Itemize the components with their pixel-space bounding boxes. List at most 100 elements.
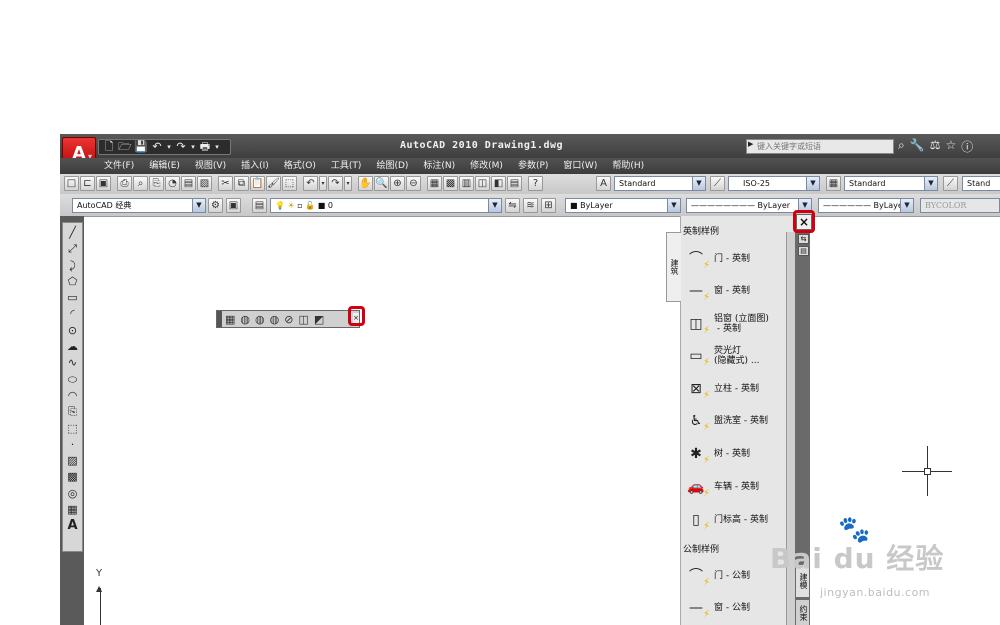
layer-state-icon[interactable]: ⊞ bbox=[541, 198, 556, 213]
palette-item-door-elevation[interactable]: ▯ ⚡ 门标高 - 英制 bbox=[684, 505, 784, 535]
zoom-previous-icon[interactable]: ⊖ bbox=[406, 176, 421, 191]
box-icon[interactable]: ◫ bbox=[298, 312, 308, 327]
menu-help[interactable]: 帮助(H) bbox=[612, 159, 644, 173]
region-icon[interactable]: ◎ bbox=[64, 486, 82, 502]
search-input[interactable]: 键入关键字或短语 bbox=[746, 139, 894, 154]
new-icon[interactable]: 🗋 bbox=[102, 140, 116, 154]
line-icon[interactable]: ╱ bbox=[64, 225, 82, 241]
menu-view[interactable]: 视图(V) bbox=[195, 159, 226, 173]
chevron-down-icon[interactable]: ▼ bbox=[667, 199, 680, 212]
exchange-icon[interactable]: ⚖ bbox=[930, 138, 941, 155]
chevron-down-icon[interactable]: ▼ bbox=[692, 177, 705, 190]
tab-architecture[interactable]: 建筑 bbox=[666, 232, 681, 302]
cut-icon[interactable]: ✂ bbox=[218, 176, 233, 191]
spline-icon[interactable]: ∿ bbox=[64, 355, 82, 371]
batch-plot-icon[interactable]: ▨ bbox=[197, 176, 212, 191]
palette-item-window-metric[interactable]: — ⚡ 窗 - 公制 bbox=[684, 593, 784, 623]
tool-palettes-icon[interactable]: ▥ bbox=[459, 176, 474, 191]
point-icon[interactable]: · bbox=[64, 437, 82, 453]
sphere-icon[interactable]: ◍ bbox=[240, 312, 250, 327]
chevron-down-icon[interactable]: ▼ bbox=[806, 177, 819, 190]
chevron-down-icon[interactable]: ▼ bbox=[192, 199, 205, 212]
ellipse-arc-icon[interactable]: ◠ bbox=[64, 388, 82, 404]
plot-icon[interactable]: 🖶 bbox=[198, 140, 212, 154]
publish-icon[interactable]: ⎘ bbox=[149, 176, 164, 191]
color-select[interactable]: ■ ByLayer ▼ bbox=[565, 198, 681, 213]
redo-icon[interactable]: ↷ bbox=[328, 176, 343, 191]
revision-cloud-icon[interactable]: ☁ bbox=[64, 339, 82, 355]
undo-dropdown-icon[interactable]: ▾ bbox=[319, 176, 327, 191]
workspace-save-icon[interactable]: ▣ bbox=[226, 198, 241, 213]
autohide-icon[interactable]: ⇆ bbox=[798, 234, 809, 244]
tab-constraints[interactable]: 约束 bbox=[796, 600, 809, 625]
sheet-set-icon[interactable]: ▤ bbox=[181, 176, 196, 191]
text-style-select[interactable]: Standard ▼ bbox=[614, 176, 706, 191]
help-icon[interactable]: ? bbox=[528, 176, 543, 191]
menu-window[interactable]: 窗口(W) bbox=[563, 159, 597, 173]
zoom-realtime-icon[interactable]: 🔍 bbox=[374, 176, 389, 191]
design-center-icon[interactable]: ▩ bbox=[443, 176, 458, 191]
save-icon[interactable]: ▣ bbox=[96, 176, 111, 191]
properties-menu-icon[interactable]: ▤ bbox=[798, 246, 809, 256]
layer-select[interactable]: 💡 ☀ ▫ 🔓 ■ 0 ▼ bbox=[270, 198, 502, 213]
palette-item-toilet[interactable]: ♿ ⚡ 盥洗室 - 英制 bbox=[684, 406, 784, 436]
palette-item-fluorescent-light[interactable]: ▭ ⚡ 荧光灯 (隐藏式) ... bbox=[684, 341, 784, 371]
zoom-window-icon[interactable]: ⊕ bbox=[390, 176, 405, 191]
sphere-add-icon[interactable]: ◍ bbox=[255, 312, 265, 327]
sphere-slice-icon[interactable]: ⊘ bbox=[284, 312, 293, 327]
sphere-remove-icon[interactable]: ◍ bbox=[270, 312, 280, 327]
3d-dwf-icon[interactable]: ◔ bbox=[165, 176, 180, 191]
paste-icon[interactable]: 📋 bbox=[250, 176, 265, 191]
favorites-icon[interactable]: ☆ bbox=[945, 138, 956, 155]
polyline-icon[interactable]: ⤸ bbox=[64, 258, 82, 274]
box-rotate-icon[interactable]: ◩ bbox=[314, 312, 324, 327]
binoculars-icon[interactable]: ⌕ bbox=[898, 138, 905, 155]
quickcalc-icon[interactable]: ▤ bbox=[507, 176, 522, 191]
chevron-down-icon[interactable]: ▼ bbox=[488, 199, 501, 212]
copy-icon[interactable]: ⧉ bbox=[234, 176, 249, 191]
lineweight-select[interactable]: —————— ByLayer ▼ bbox=[818, 198, 914, 213]
insert-block-icon[interactable]: ⎘ bbox=[64, 404, 82, 420]
redo-icon[interactable]: ↷ bbox=[174, 140, 188, 154]
menu-edit[interactable]: 编辑(E) bbox=[149, 159, 180, 173]
workspace-select[interactable]: AutoCAD 经典 ▼ bbox=[72, 198, 206, 213]
palette-item-vehicle[interactable]: 🚗 ⚡ 车辆 - 英制 bbox=[684, 472, 784, 502]
polygon-icon[interactable]: ⬠ bbox=[64, 274, 82, 290]
redo-dropdown-icon[interactable]: ▾ bbox=[190, 140, 196, 154]
new-icon[interactable]: □ bbox=[64, 176, 79, 191]
palette-item-column[interactable]: ⊠ ⚡ 立柱 - 英制 bbox=[684, 374, 784, 404]
text-style-icon[interactable]: A bbox=[596, 176, 611, 191]
pan-icon[interactable]: ✋ bbox=[358, 176, 373, 191]
undo-dropdown-icon[interactable]: ▾ bbox=[166, 140, 172, 154]
multileader-style-icon[interactable]: ⟋ bbox=[943, 176, 958, 191]
palette-item-door-metric[interactable]: ⌒ ⚡ 门 - 公制 bbox=[684, 561, 784, 591]
plot-preview-icon[interactable]: ⌕ bbox=[133, 176, 148, 191]
table-icon[interactable]: ▦ bbox=[64, 502, 82, 518]
open-icon[interactable]: 🗁 bbox=[118, 140, 132, 154]
chevron-down-icon[interactable]: ▼ bbox=[924, 177, 937, 190]
multiline-text-icon[interactable]: A bbox=[64, 518, 82, 534]
properties-icon[interactable]: ▦ bbox=[427, 176, 442, 191]
layer-previous-icon[interactable]: ≋ bbox=[523, 198, 538, 213]
menu-format[interactable]: 格式(O) bbox=[284, 159, 316, 173]
workspace-settings-icon[interactable]: ⚙ bbox=[208, 198, 223, 213]
menu-draw[interactable]: 绘图(D) bbox=[376, 159, 408, 173]
ellipse-icon[interactable]: ⬭ bbox=[64, 372, 82, 388]
hatch-icon[interactable]: ▨ bbox=[64, 453, 82, 469]
redo-dropdown-icon[interactable]: ▾ bbox=[344, 176, 352, 191]
undo-icon[interactable]: ↶ bbox=[150, 140, 164, 154]
construction-line-icon[interactable]: ⤢ bbox=[64, 241, 82, 257]
qat-customize-icon[interactable]: ▾ bbox=[214, 140, 220, 154]
palette-item-window-imperial[interactable]: — ⚡ 窗 - 英制 bbox=[684, 276, 784, 306]
menu-modify[interactable]: 修改(M) bbox=[470, 159, 503, 173]
menu-dimension[interactable]: 标注(N) bbox=[423, 159, 455, 173]
dim-style-icon[interactable]: ⟋ bbox=[710, 176, 725, 191]
multileader-style-select[interactable]: Stand bbox=[962, 176, 1000, 191]
menu-insert[interactable]: 插入(I) bbox=[241, 159, 269, 173]
help-icon[interactable]: ⓘ bbox=[961, 138, 973, 155]
table-style-icon[interactable]: ▦ bbox=[826, 176, 841, 191]
layer-manager-icon[interactable]: ▤ bbox=[252, 198, 267, 213]
toolbar-grip[interactable] bbox=[217, 311, 222, 327]
menu-file[interactable]: 文件(F) bbox=[104, 159, 134, 173]
match-properties-icon[interactable]: 🖌 bbox=[266, 176, 281, 191]
